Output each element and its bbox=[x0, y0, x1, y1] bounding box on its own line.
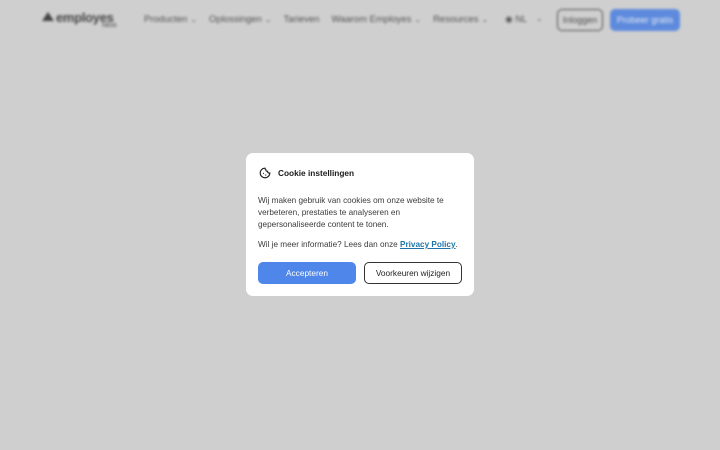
nav-item-waarom-employes[interactable]: Waarom Employes ⌄ bbox=[331, 14, 421, 25]
nav-item-tarieven[interactable]: Tarieven bbox=[284, 14, 320, 25]
nav-item-producten[interactable]: Producten ⌄ bbox=[144, 14, 197, 25]
chevron-down-icon: ⌄ bbox=[190, 15, 198, 24]
nav-menu: Producten ⌄ Oplossingen ⌄ Tarieven Waaro… bbox=[144, 14, 488, 25]
trial-button[interactable]: Probeer gratis bbox=[610, 9, 680, 31]
modal-description: Wij maken gebruik van cookies om onze we… bbox=[258, 196, 444, 229]
globe-icon: ◉ bbox=[505, 14, 513, 24]
more-info-suffix: . bbox=[455, 240, 458, 249]
top-navigation: employes hibob Producten ⌄ Oplossingen ⌄… bbox=[0, 0, 720, 40]
logo[interactable]: employes hibob bbox=[42, 10, 120, 30]
nav-item-label: Tarieven bbox=[283, 14, 320, 25]
logo-subtext: hibob bbox=[102, 23, 117, 29]
privacy-policy-link[interactable]: Privacy Policy bbox=[400, 240, 456, 249]
cookie-modal: Cookie instellingen Wij maken gebruik va… bbox=[246, 153, 474, 296]
cookie-icon bbox=[258, 166, 272, 180]
chevron-down-icon: ⌄ bbox=[414, 15, 422, 24]
login-button[interactable]: Inloggen bbox=[557, 9, 603, 31]
language-label: NL bbox=[515, 14, 527, 24]
modal-title: Cookie instellingen bbox=[278, 168, 355, 178]
modal-actions: Accepteren Voorkeuren wijzigen bbox=[258, 262, 462, 284]
nav-item-label: Oplossingen bbox=[209, 14, 262, 25]
more-info-text: Wil je meer informatie? Lees dan onze bbox=[258, 240, 398, 249]
nav-item-oplossingen[interactable]: Oplossingen ⌄ bbox=[209, 14, 272, 25]
logo-mark-icon bbox=[42, 12, 54, 21]
accept-button[interactable]: Accepteren bbox=[258, 262, 356, 284]
language-selector[interactable]: ◉ NL bbox=[505, 14, 527, 25]
chevron-down-icon[interactable]: ⌄ bbox=[536, 14, 543, 23]
nav-item-label: Waarom Employes bbox=[331, 14, 412, 25]
chevron-down-icon: ⌄ bbox=[481, 15, 489, 24]
modal-more-info: Wil je meer informatie? Lees dan onze Pr… bbox=[258, 240, 462, 249]
modal-header: Cookie instellingen bbox=[258, 165, 462, 181]
nav-item-label: Producten bbox=[144, 14, 188, 25]
nav-item-resources[interactable]: Resources ⌄ bbox=[433, 14, 488, 25]
nav-item-label: Resources bbox=[433, 14, 479, 25]
chevron-down-icon: ⌄ bbox=[264, 15, 272, 24]
change-preferences-button[interactable]: Voorkeuren wijzigen bbox=[364, 262, 462, 284]
